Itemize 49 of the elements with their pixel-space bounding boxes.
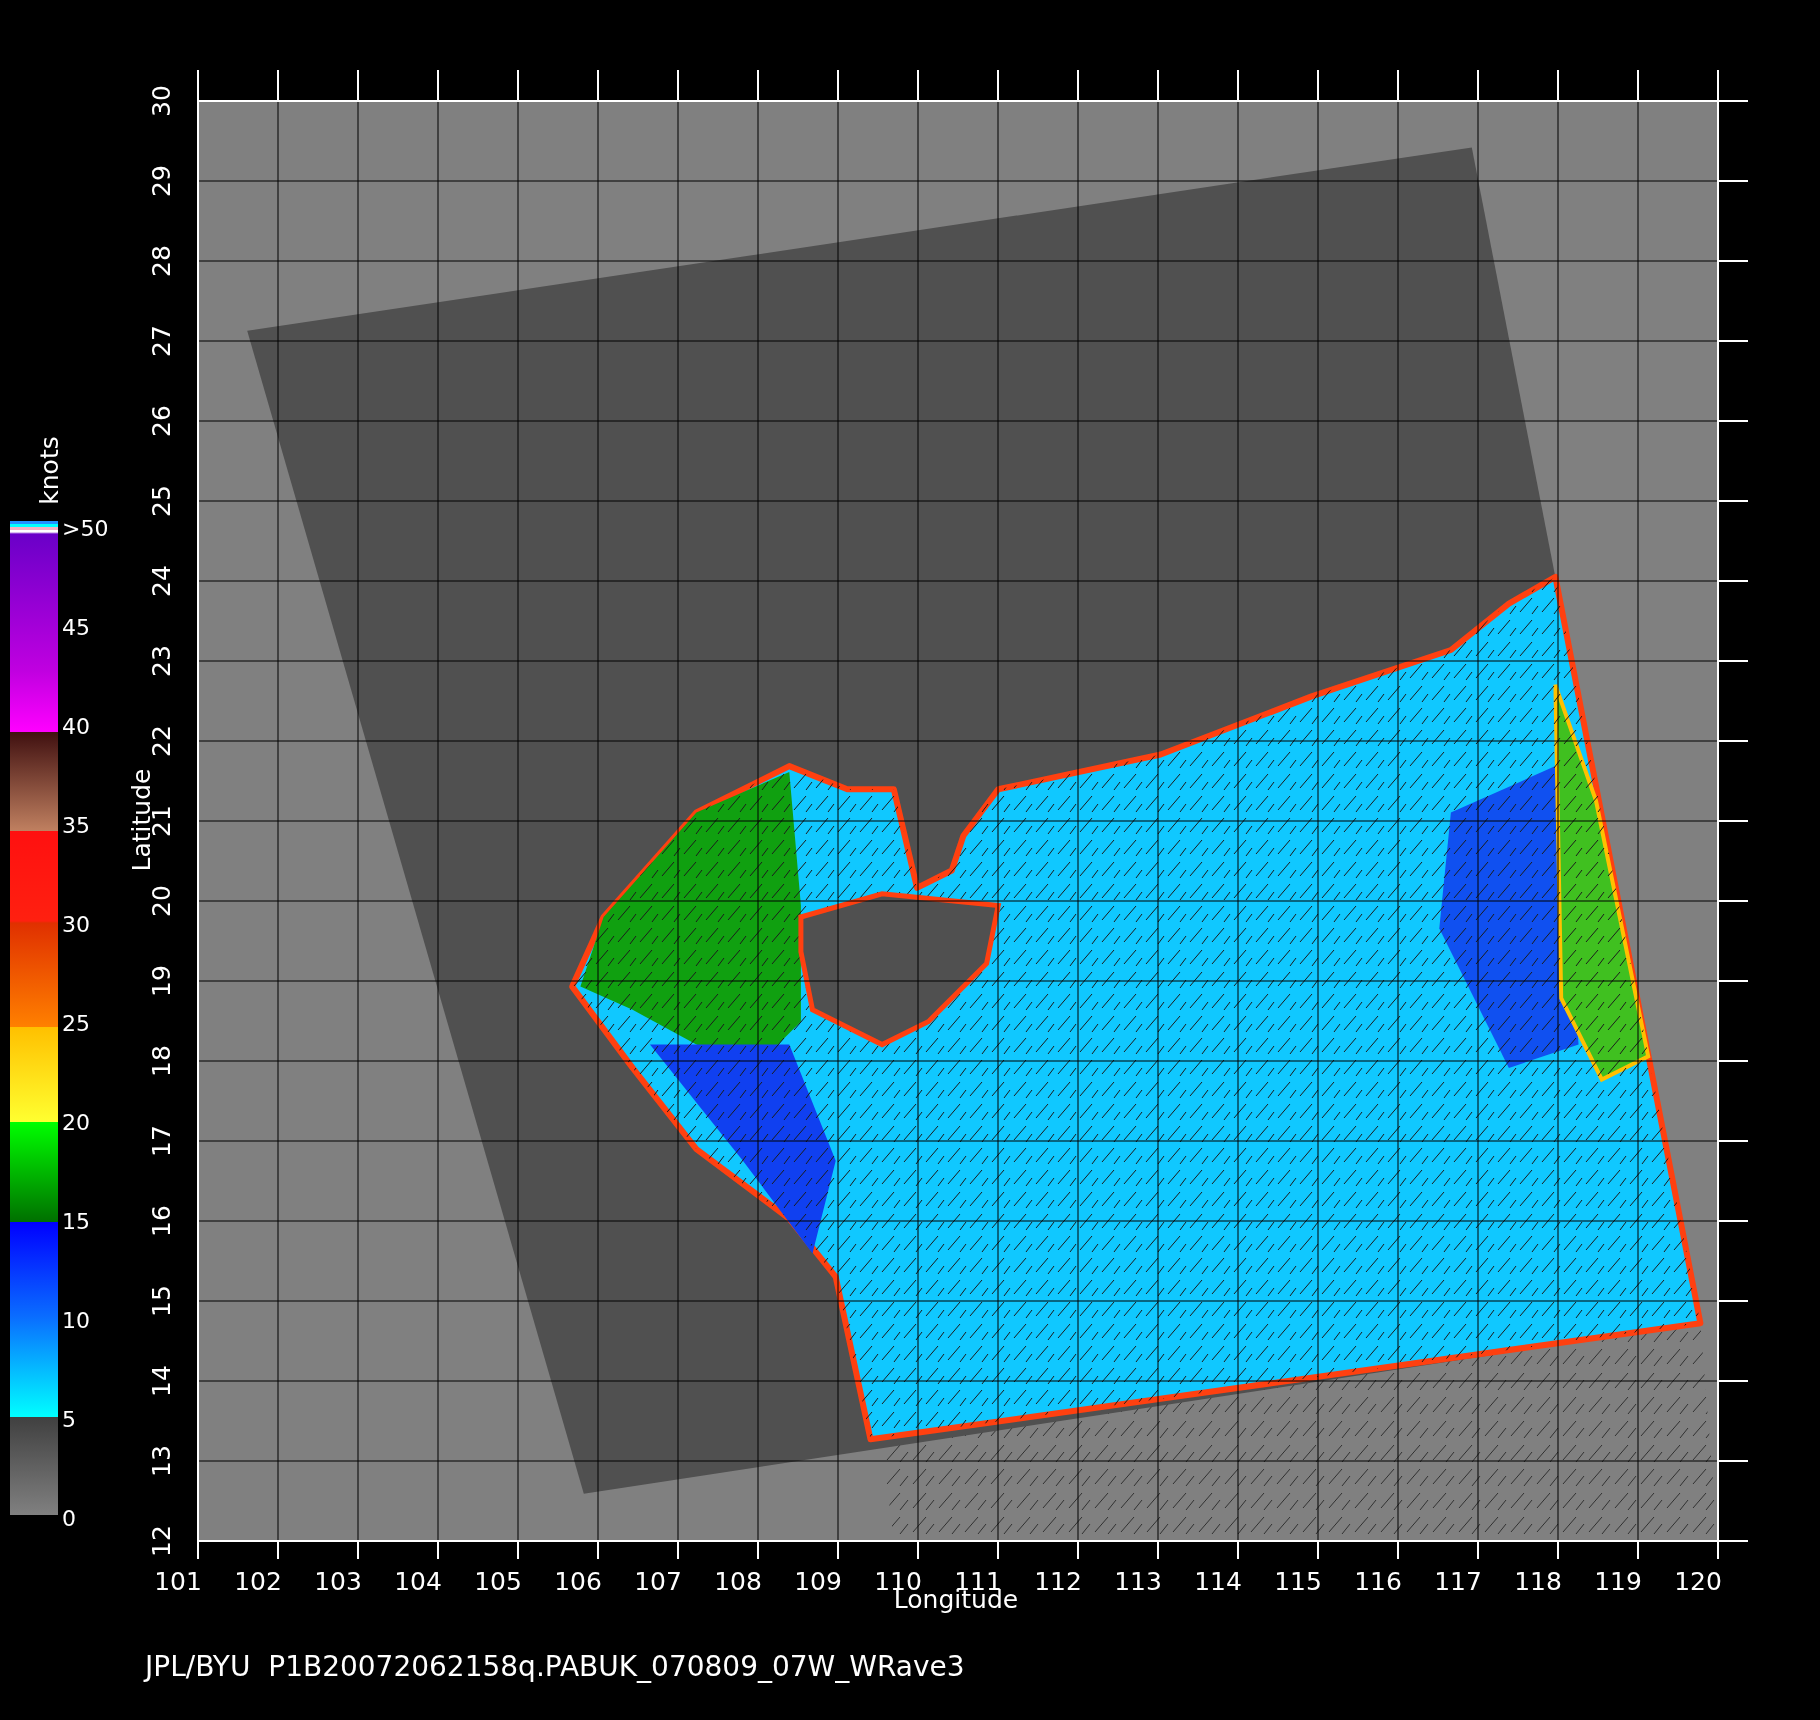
colorbar-label: 35 <box>62 813 91 839</box>
tick-label: 101 <box>154 1567 202 1596</box>
tick-label: 25 <box>147 485 176 517</box>
tick-label: 113 <box>1114 1567 1162 1596</box>
tick-label: 12 <box>147 1525 176 1557</box>
tick-label: 17 <box>147 1125 176 1157</box>
tick-label: 27 <box>147 325 176 357</box>
tick-label: 30 <box>147 85 176 117</box>
tick-label: 119 <box>1594 1567 1642 1596</box>
tick-label: 15 <box>147 1285 176 1317</box>
tick-label: 120 <box>1674 1567 1722 1596</box>
tick-label: 13 <box>147 1445 176 1477</box>
colorbar-label: 45 <box>62 615 91 641</box>
colorbar-label: >50 <box>62 516 109 542</box>
tick-label: 105 <box>474 1567 522 1596</box>
colorbar-label: 15 <box>62 1209 91 1235</box>
colorbar-label: 40 <box>62 714 91 740</box>
tick-label: 18 <box>147 1045 176 1077</box>
tick-label: 117 <box>1434 1567 1482 1596</box>
tick-label: 115 <box>1274 1567 1322 1596</box>
tick-label: 112 <box>1034 1567 1082 1596</box>
tick-label: 103 <box>314 1567 362 1596</box>
tick-label: 109 <box>794 1567 842 1596</box>
colorbar-label: 30 <box>62 912 91 938</box>
colorbar-label: 5 <box>62 1407 77 1433</box>
tick-label: 116 <box>1354 1567 1402 1596</box>
caption: JPL/BYU P1B20072062158q.PABUK_070809_07W_WRave3 <box>142 1650 965 1683</box>
tick-label: 16 <box>147 1205 176 1237</box>
tick-label: 22 <box>147 725 176 757</box>
tick-label: 19 <box>147 965 176 997</box>
colorbar-label: 25 <box>62 1011 91 1037</box>
tick-label: 108 <box>714 1567 762 1596</box>
tick-label: 118 <box>1514 1567 1562 1596</box>
tick-label: 102 <box>234 1567 282 1596</box>
tick-label: 29 <box>147 165 176 197</box>
tick-label: 28 <box>147 245 176 277</box>
tick-label: 106 <box>554 1567 602 1596</box>
colorbar-label: 0 <box>62 1506 77 1532</box>
colorbar-label: 10 <box>62 1308 91 1334</box>
tick-label: 114 <box>1194 1567 1242 1596</box>
colorbar-unit: knots <box>34 435 64 505</box>
tick-label: 26 <box>147 405 176 437</box>
tick-label: 107 <box>634 1567 682 1596</box>
tick-label: 104 <box>394 1567 442 1596</box>
colorbar-label: 20 <box>62 1110 91 1136</box>
tick-label: 14 <box>147 1365 176 1397</box>
tick-label: 23 <box>147 645 176 677</box>
tick-label: 20 <box>147 885 176 917</box>
tick-label: 24 <box>147 565 176 597</box>
